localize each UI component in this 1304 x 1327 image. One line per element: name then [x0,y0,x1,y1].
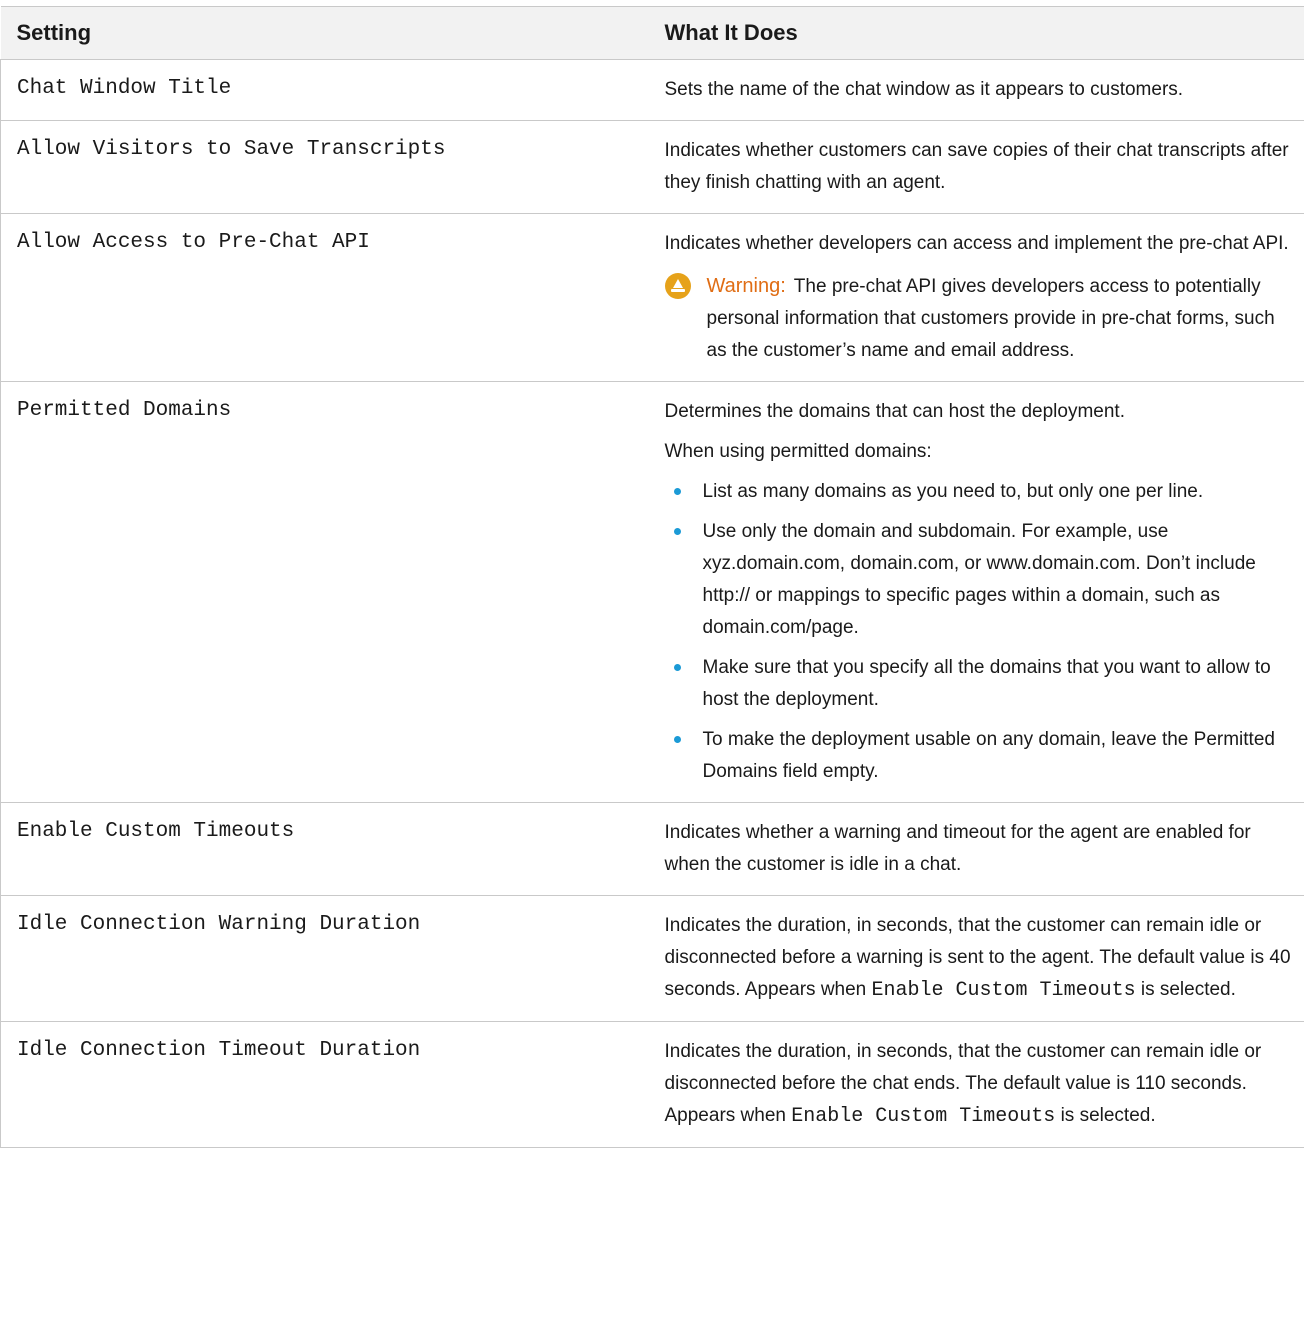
description-cell: Determines the domains that can host the… [648,381,1304,803]
setting-description: Determines the domains that can host the… [664,401,1125,422]
table-row: Permitted Domains Determines the domains… [0,381,1304,803]
setting-cell: Idle Connection Timeout Duration [0,1021,649,1148]
table-row: Idle Connection Warning Duration Indicat… [0,895,1304,1022]
permitted-domains-list: List as many domains as you need to, but… [665,476,1295,788]
description-cell: Indicates the duration, in seconds, that… [648,895,1304,1022]
list-item-text: List as many domains as you need to, but… [702,481,1204,502]
description-cell: Indicates whether developers can access … [648,213,1304,382]
list-item: To make the deployment usable on any dom… [665,724,1295,788]
warning-text: The pre-chat API gives developers access… [706,276,1275,361]
table-row: Chat Window Title Sets the name of the c… [0,59,1304,121]
column-header-description: What It Does [648,6,1304,60]
permitted-domains-intro: When using permitted domains: [664,441,932,462]
list-item-text: To make the deployment usable on any dom… [702,729,1275,782]
list-item-text: Make sure that you specify all the domai… [702,657,1271,710]
column-header-setting: Setting [0,6,649,60]
setting-cell: Allow Access to Pre-Chat API [0,213,649,382]
description-cell: Indicates whether customers can save cop… [648,120,1304,214]
table-row: Allow Visitors to Save Transcripts Indic… [0,120,1304,214]
setting-description: Indicates whether customers can save cop… [664,140,1289,193]
warning-body: Warning: The pre-chat API gives developer… [707,270,1295,367]
list-item: Make sure that you specify all the domai… [665,652,1295,716]
warning-note: Warning: The pre-chat API gives developer… [664,270,1295,367]
table-header-row: Setting What It Does [0,6,1304,60]
setting-cell: Idle Connection Warning Duration [0,895,649,1022]
setting-description: Indicates whether a warning and timeout … [664,822,1251,875]
warning-icon [664,273,691,299]
warning-label: Warning: [706,275,786,297]
inline-code: Enable Custom Timeouts [871,979,1136,1002]
setting-name: Allow Access to Pre-Chat API [17,231,370,254]
setting-cell: Allow Visitors to Save Transcripts [0,120,649,214]
setting-name: Enable Custom Timeouts [17,820,295,843]
setting-cell: Chat Window Title [0,59,649,121]
description-text: is selected. [1140,979,1236,1000]
setting-cell: Enable Custom Timeouts [0,802,649,896]
settings-table: Setting What It Does Chat Window Title S… [0,6,1304,1148]
bullet-icon [673,736,681,743]
setting-cell: Permitted Domains [0,381,649,803]
bullet-icon [673,664,681,671]
list-item: Use only the domain and subdomain. For e… [665,516,1295,644]
setting-description: Indicates whether developers can access … [664,233,1289,254]
list-item: List as many domains as you need to, but… [665,476,1295,508]
description-cell: Indicates the duration, in seconds, that… [648,1021,1304,1148]
bullet-icon [673,528,681,535]
table-row: Enable Custom Timeouts Indicates whether… [0,802,1304,896]
table-row: Idle Connection Timeout Duration Indicat… [0,1021,1304,1148]
setting-name: Idle Connection Warning Duration [17,913,421,936]
setting-description: Sets the name of the chat window as it a… [664,79,1184,100]
description-text: is selected. [1060,1105,1156,1126]
inline-code: Enable Custom Timeouts [791,1105,1056,1128]
setting-name: Allow Visitors to Save Transcripts [17,138,446,161]
setting-description: Indicates the duration, in seconds, that… [665,910,1295,1007]
description-cell: Indicates whether a warning and timeout … [648,802,1304,896]
description-cell: Sets the name of the chat window as it a… [648,59,1304,121]
setting-name: Permitted Domains [17,399,232,422]
setting-name: Idle Connection Timeout Duration [17,1039,421,1062]
setting-name: Chat Window Title [17,77,232,100]
table-row: Allow Access to Pre-Chat API Indicates w… [0,213,1304,382]
setting-description: Indicates the duration, in seconds, that… [665,1036,1295,1133]
bullet-icon [673,488,681,495]
list-item-text: Use only the domain and subdomain. For e… [702,521,1256,638]
